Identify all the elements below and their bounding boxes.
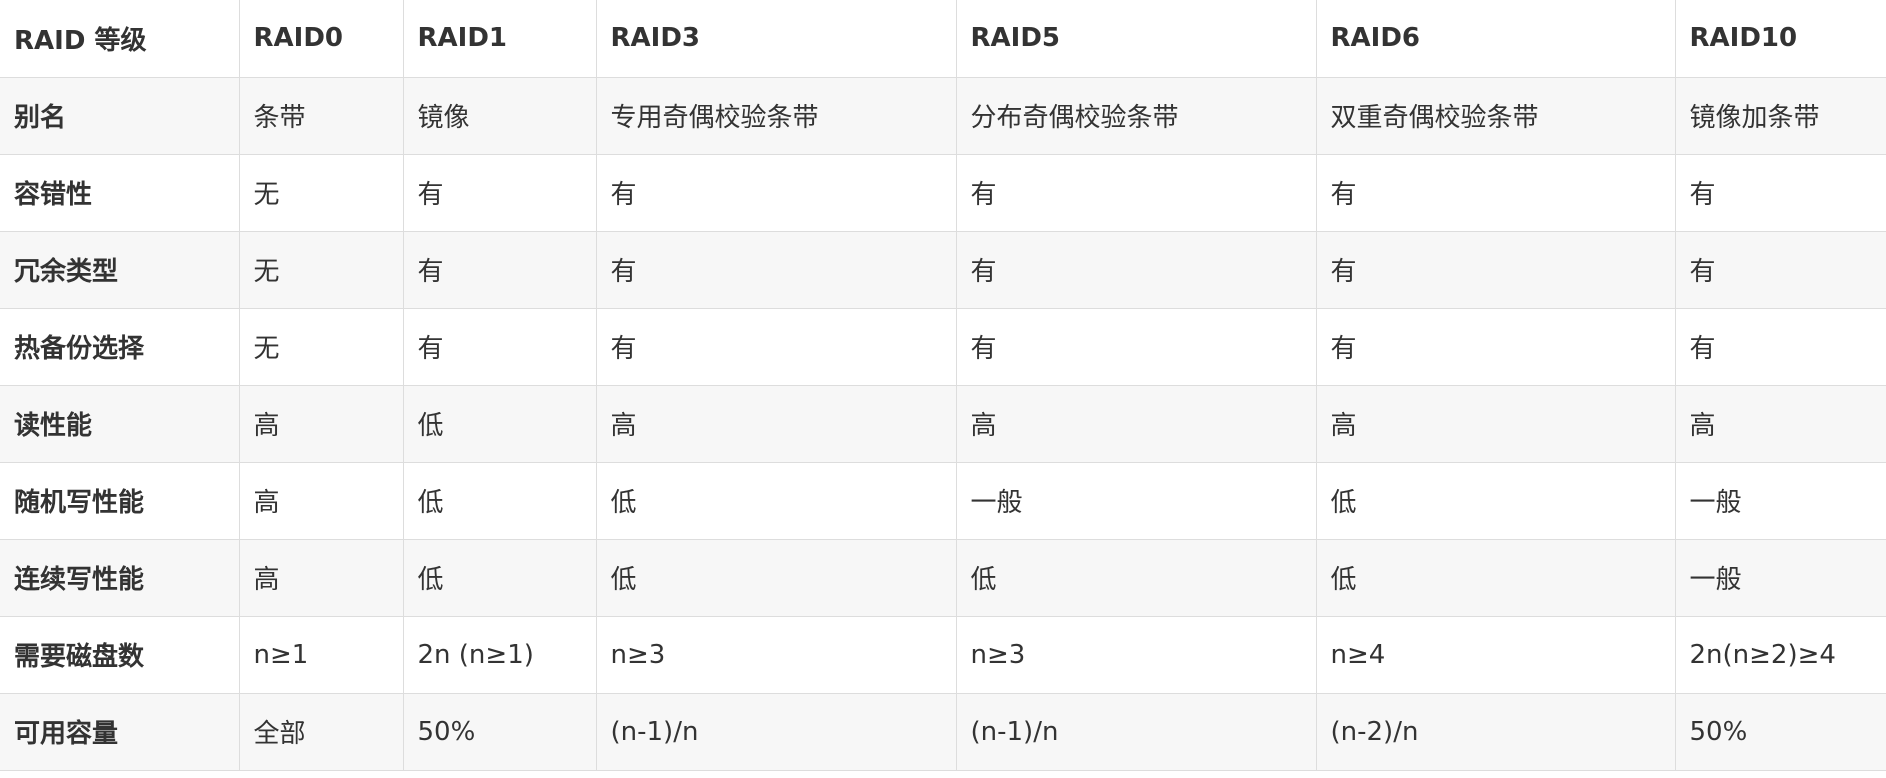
row-label: 可用容量: [0, 692, 240, 771]
table-cell: 一般: [1674, 538, 1886, 617]
table-row-disks-required: 需要磁盘数 n≥1 2n (n≥1) n≥3 n≥3 n≥4 2n(n≥2)≥4: [0, 615, 1886, 694]
table-cell: (n-2)/n: [1315, 692, 1676, 771]
table-cell: 50%: [1674, 692, 1886, 771]
table-cell: 有: [1674, 307, 1886, 386]
table-cell: 分布奇偶校验条带: [955, 76, 1317, 155]
table-cell: 有: [595, 153, 957, 232]
table-row-redundancy: 冗余类型 无 有 有 有 有 有: [0, 230, 1886, 309]
table-cell: 无: [238, 153, 404, 232]
table-row-hot-spare: 热备份选择 无 有 有 有 有 有: [0, 307, 1886, 386]
table-cell: 有: [595, 230, 957, 309]
table-cell: (n-1)/n: [955, 692, 1317, 771]
table-cell: 镜像加条带: [1674, 76, 1886, 155]
table-cell: 一般: [955, 461, 1317, 540]
table-cell: 低: [1315, 461, 1676, 540]
table-cell: 高: [1674, 384, 1886, 463]
header-cell-raid1: RAID1: [402, 0, 597, 78]
table-cell: 有: [402, 153, 597, 232]
header-cell-raid6: RAID6: [1315, 0, 1676, 78]
table-cell: 有: [1315, 230, 1676, 309]
table-cell: 2n (n≥1): [402, 615, 597, 694]
table-row-random-write: 随机写性能 高 低 低 一般 低 一般: [0, 461, 1886, 540]
table-cell: 无: [238, 307, 404, 386]
table-cell: 50%: [402, 692, 597, 771]
header-cell-raid5: RAID5: [955, 0, 1317, 78]
table-cell: 高: [595, 384, 957, 463]
table-cell: 有: [1674, 153, 1886, 232]
table-cell: n≥1: [238, 615, 404, 694]
header-cell-raid3: RAID3: [595, 0, 957, 78]
table-cell: 有: [1674, 230, 1886, 309]
table-cell: 有: [402, 307, 597, 386]
table-cell: 全部: [238, 692, 404, 771]
table-cell: 高: [955, 384, 1317, 463]
header-row: RAID 等级 RAID0 RAID1 RAID3 RAID5 RAID6 RA…: [0, 0, 1886, 78]
row-label: 需要磁盘数: [0, 615, 240, 694]
header-cell-raid0: RAID0: [238, 0, 404, 78]
table-cell: 有: [955, 153, 1317, 232]
table-row-fault-tolerance: 容错性 无 有 有 有 有 有: [0, 153, 1886, 232]
table-cell: 专用奇偶校验条带: [595, 76, 957, 155]
row-label: 冗余类型: [0, 230, 240, 309]
table-row-alias: 别名 条带 镜像 专用奇偶校验条带 分布奇偶校验条带 双重奇偶校验条带 镜像加条…: [0, 76, 1886, 155]
table-cell: 高: [238, 461, 404, 540]
table-cell: 条带: [238, 76, 404, 155]
table-cell: 有: [955, 230, 1317, 309]
row-label: 随机写性能: [0, 461, 240, 540]
table-cell: 低: [955, 538, 1317, 617]
table-cell: 有: [402, 230, 597, 309]
row-label: 热备份选择: [0, 307, 240, 386]
table-cell: 低: [402, 384, 597, 463]
header-cell-raid-level: RAID 等级: [0, 0, 240, 78]
table-cell: 高: [1315, 384, 1676, 463]
table-cell: n≥3: [595, 615, 957, 694]
table-body: 别名 条带 镜像 专用奇偶校验条带 分布奇偶校验条带 双重奇偶校验条带 镜像加条…: [0, 76, 1886, 771]
table-cell: 低: [595, 461, 957, 540]
table-cell: 有: [595, 307, 957, 386]
table-cell: 双重奇偶校验条带: [1315, 76, 1676, 155]
header-cell-raid10: RAID10: [1674, 0, 1886, 78]
table-cell: 低: [402, 538, 597, 617]
raid-comparison-table: RAID 等级 RAID0 RAID1 RAID3 RAID5 RAID6 RA…: [0, 0, 1886, 771]
table-cell: 2n(n≥2)≥4: [1674, 615, 1886, 694]
table-cell: 镜像: [402, 76, 597, 155]
table-cell: 无: [238, 230, 404, 309]
table-cell: 有: [1315, 153, 1676, 232]
table-cell: 高: [238, 538, 404, 617]
table-cell: 有: [955, 307, 1317, 386]
table-cell: 一般: [1674, 461, 1886, 540]
row-label: 读性能: [0, 384, 240, 463]
table-row-usable-capacity: 可用容量 全部 50% (n-1)/n (n-1)/n (n-2)/n 50%: [0, 692, 1886, 771]
table-row-read-performance: 读性能 高 低 高 高 高 高: [0, 384, 1886, 463]
row-label: 连续写性能: [0, 538, 240, 617]
table-cell: n≥4: [1315, 615, 1676, 694]
table-cell: 高: [238, 384, 404, 463]
table-cell: 有: [1315, 307, 1676, 386]
row-label: 容错性: [0, 153, 240, 232]
table-row-sequential-write: 连续写性能 高 低 低 低 低 一般: [0, 538, 1886, 617]
table-header: RAID 等级 RAID0 RAID1 RAID3 RAID5 RAID6 RA…: [0, 0, 1886, 78]
table-cell: (n-1)/n: [595, 692, 957, 771]
table-cell: 低: [595, 538, 957, 617]
table-cell: n≥3: [955, 615, 1317, 694]
table-cell: 低: [402, 461, 597, 540]
table-cell: 低: [1315, 538, 1676, 617]
row-label: 别名: [0, 76, 240, 155]
